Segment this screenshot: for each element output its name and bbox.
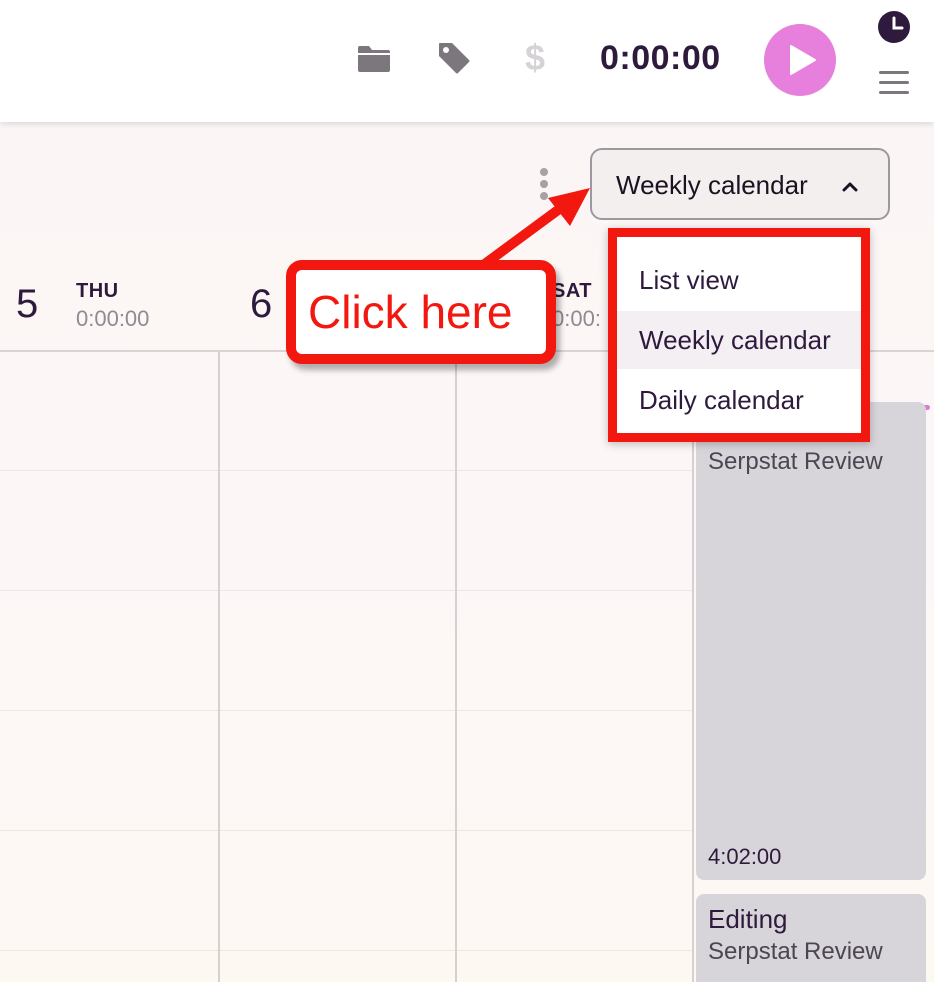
column-divider (455, 352, 457, 982)
day-name: SAT (552, 280, 593, 302)
day-total: 0:00:00 (76, 306, 150, 331)
view-select-value: Weekly calendar (616, 170, 808, 200)
day-number[interactable]: 6 (250, 282, 272, 326)
day-number[interactable]: 5 (16, 282, 38, 326)
play-icon (790, 45, 816, 75)
clock-icon[interactable] (877, 10, 911, 44)
entry-description: Editing (708, 904, 788, 934)
menu-item-list-view[interactable]: List view (617, 251, 861, 309)
column-divider (692, 352, 694, 982)
grid-line (0, 590, 692, 591)
timer-display: 0:00:00 (600, 39, 721, 77)
menu-item-daily-calendar[interactable]: Daily calendar (617, 371, 861, 429)
start-timer-button[interactable] (764, 24, 836, 96)
top-toolbar: $ 0:00:00 (0, 0, 934, 122)
time-entry-block[interactable]: Editing Serpstat Review (696, 894, 926, 982)
tag-icon[interactable] (436, 40, 472, 76)
entry-duration: 4:02:00 (708, 844, 782, 869)
day-name: THU (76, 280, 119, 302)
grid-line (0, 830, 692, 831)
hamburger-menu-icon[interactable] (878, 68, 910, 98)
view-select-dropdown[interactable]: Weekly calendar (590, 148, 890, 220)
menu-item-weekly-calendar[interactable]: Weekly calendar (617, 311, 861, 369)
folder-icon[interactable] (356, 44, 392, 74)
entry-project: Serpstat Review (708, 448, 883, 475)
callout-text: Click here (308, 286, 513, 338)
entry-project: Serpstat Review (708, 938, 883, 965)
annotation-callout: Click here (286, 260, 556, 364)
grid-line (0, 950, 692, 951)
day-total: 0:00: (552, 306, 601, 331)
view-options-menu: List view Weekly calendar Daily calendar (608, 228, 870, 442)
chevron-up-icon (842, 182, 858, 192)
grid-line (0, 710, 692, 711)
dollar-icon[interactable]: $ (520, 38, 550, 78)
column-divider (218, 352, 220, 982)
grid-line (0, 470, 692, 471)
time-entry-block[interactable]: Serpstat Review 4:02:00 (696, 402, 926, 880)
